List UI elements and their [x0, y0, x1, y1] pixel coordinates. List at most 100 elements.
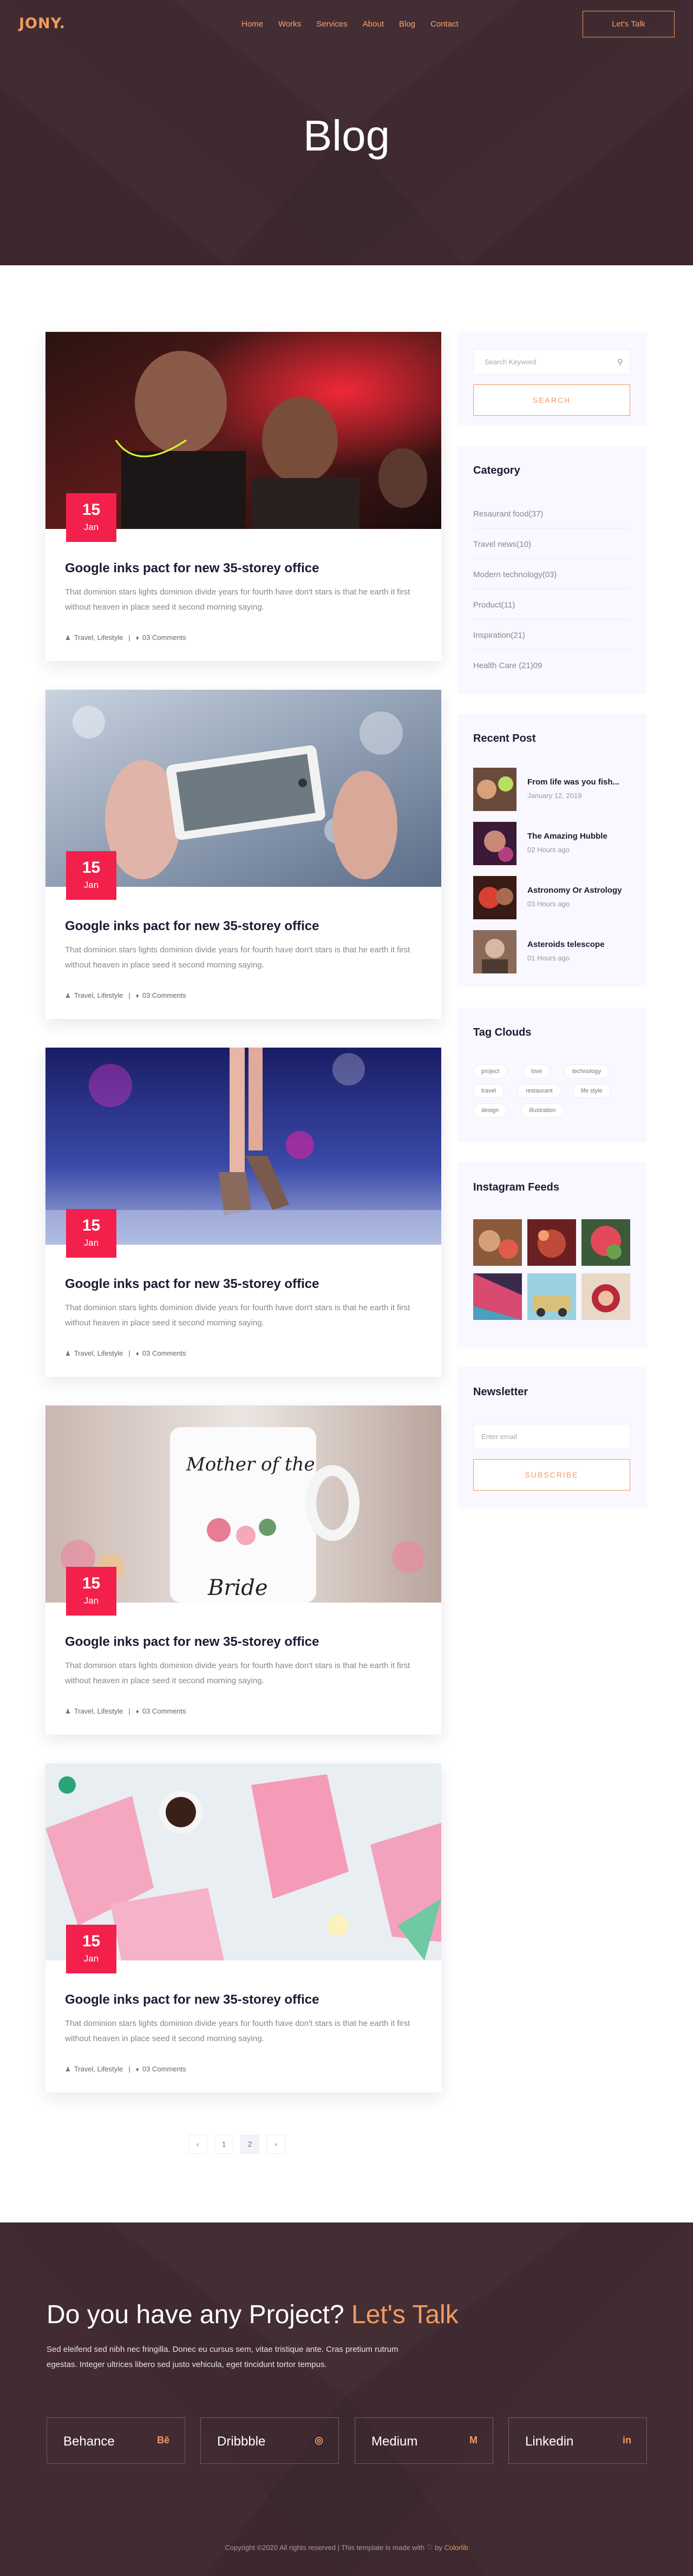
instagram-photo[interactable] — [527, 1219, 576, 1266]
post-title[interactable]: Google inks pact for new 35-storey offic… — [65, 561, 319, 576]
category-item[interactable]: Product(11) — [473, 589, 630, 619]
hero-section: JONY. Home Works Services About Blog Con… — [0, 0, 693, 265]
search-input[interactable]: Search Keyword — [473, 349, 630, 375]
pagination-next[interactable]: › — [266, 2135, 285, 2154]
recent-post-item[interactable]: Asteroids telescope 01 Hours ago — [473, 930, 630, 973]
search-icon[interactable]: ⚲ — [617, 357, 623, 367]
heart-icon: ♡ — [426, 2544, 433, 2552]
tag-item[interactable]: love — [523, 1064, 551, 1078]
post-title[interactable]: Google inks pact for new 35-storey offic… — [65, 919, 319, 934]
svg-text:Mother of the: Mother of the — [186, 1454, 315, 1475]
page-title: Blog — [303, 112, 390, 160]
comment-icon: ♦ — [135, 2065, 139, 2073]
post-comments[interactable]: 03 Comments — [142, 1349, 186, 1357]
post-meta: ♟ Travel, Lifestyle | ♦ 03 Comments — [65, 1707, 186, 1715]
post-meta: ♟ Travel, Lifestyle | ♦ 03 Comments — [65, 991, 186, 999]
lets-talk-button[interactable]: Let's Talk — [583, 11, 675, 37]
search-button[interactable]: SEARCH — [473, 384, 630, 416]
user-icon: ♟ — [65, 2065, 71, 2073]
social-linkedin[interactable]: Linkedin in — [508, 2417, 647, 2464]
instagram-photo[interactable] — [473, 1273, 522, 1320]
social-dribbble[interactable]: Dribbble ◎ — [200, 2417, 339, 2464]
tag-item[interactable]: restaurant — [518, 1084, 561, 1098]
subscribe-button[interactable]: SUBSCRIBE — [473, 1459, 630, 1490]
site-logo[interactable]: JONY. — [19, 15, 66, 32]
user-icon: ♟ — [65, 633, 71, 642]
menu-item-contact[interactable]: Contact — [430, 19, 459, 29]
newsletter-widget: Newsletter Enter email SUBSCRIBE — [457, 1367, 647, 1508]
tag-item[interactable]: life style — [573, 1084, 611, 1098]
menu-item-about[interactable]: About — [363, 19, 384, 29]
user-icon: ♟ — [65, 991, 71, 999]
category-item[interactable]: Modern technology(03) — [473, 559, 630, 589]
category-item[interactable]: Health Care (21)09 — [473, 650, 630, 680]
pagination-prev[interactable]: ‹ — [188, 2135, 207, 2154]
widget-title: Newsletter — [473, 1386, 528, 1398]
post-meta: ♟ Travel, Lifestyle | ♦ 03 Comments — [65, 633, 186, 642]
footer: Do you have any Project? Let's Talk Sed … — [0, 2222, 693, 2576]
date-badge: 15 Jan — [66, 1209, 116, 1258]
behance-icon: Bē — [156, 2435, 169, 2446]
post-tags[interactable]: Travel, Lifestyle — [74, 2065, 123, 2073]
email-field[interactable]: Enter email — [473, 1424, 630, 1449]
recent-post-widget: Recent Post From life was you fish... Ja… — [457, 714, 647, 987]
blog-post: Mother of the Bride 15 Jan Google inks p… — [45, 1405, 441, 1735]
footer-description: Sed eleifend sed nibh nec fringilla. Don… — [47, 2345, 398, 2369]
user-icon: ♟ — [65, 1349, 71, 1357]
category-item[interactable]: Travel news(10) — [473, 528, 630, 559]
post-tags[interactable]: Travel, Lifestyle — [74, 633, 123, 642]
linkedin-icon: in — [623, 2435, 631, 2446]
post-tags[interactable]: Travel, Lifestyle — [74, 991, 123, 999]
tag-item[interactable]: design — [473, 1103, 507, 1117]
post-tags[interactable]: Travel, Lifestyle — [74, 1707, 123, 1715]
recent-post-item[interactable]: Astronomy Or Astrology 03 Hours ago — [473, 876, 630, 919]
social-medium[interactable]: Medium M — [355, 2417, 493, 2464]
post-comments[interactable]: 03 Comments — [142, 1707, 186, 1715]
menu-item-works[interactable]: Works — [278, 19, 301, 29]
blog-post: 15 Jan Google inks pact for new 35-store… — [45, 1048, 441, 1377]
comment-icon: ♦ — [135, 991, 139, 999]
tag-item[interactable]: travel — [473, 1084, 504, 1098]
category-list: Resaurant food(37) Travel news(10) Moder… — [473, 498, 630, 680]
post-title[interactable]: Google inks pact for new 35-storey offic… — [65, 1277, 319, 1292]
search-widget: Search Keyword ⚲ SEARCH — [457, 332, 647, 425]
category-widget: Category Resaurant food(37) Travel news(… — [457, 446, 647, 694]
post-comments[interactable]: 03 Comments — [142, 991, 186, 999]
tag-item[interactable]: technology — [564, 1064, 610, 1078]
post-excerpt: That dominion stars lights dominion divi… — [65, 945, 410, 970]
category-item[interactable]: Resaurant food(37) — [473, 498, 630, 528]
post-tags[interactable]: Travel, Lifestyle — [74, 1349, 123, 1357]
tag-item[interactable]: illustration — [521, 1103, 564, 1117]
blog-post: 15 Jan Google inks pact for new 35-store… — [45, 1763, 441, 2093]
dribbble-icon: ◎ — [315, 2435, 323, 2446]
tag-item[interactable]: project — [473, 1064, 508, 1078]
menu-item-blog[interactable]: Blog — [399, 19, 415, 29]
instagram-photo[interactable] — [527, 1273, 576, 1320]
category-item[interactable]: Inspiration(21) — [473, 619, 630, 650]
post-comments[interactable]: 03 Comments — [142, 2065, 186, 2073]
post-meta: ♟ Travel, Lifestyle | ♦ 03 Comments — [65, 2065, 186, 2073]
instagram-photo[interactable] — [581, 1219, 630, 1266]
instagram-photo[interactable] — [581, 1273, 630, 1320]
colorlib-link[interactable]: Colorlib — [444, 2544, 468, 2552]
menu-item-home[interactable]: Home — [241, 19, 263, 29]
post-title[interactable]: Google inks pact for new 35-storey offic… — [65, 1992, 319, 2008]
copyright: Copyright ©2020 All rights reserved | Th… — [225, 2544, 468, 2552]
instagram-photo[interactable] — [473, 1219, 522, 1266]
pagination-page-active[interactable]: 2 — [240, 2135, 259, 2154]
widget-title: Tag Clouds — [473, 1027, 532, 1038]
social-behance[interactable]: Behance Bē — [47, 2417, 185, 2464]
instagram-widget: Instagram Feeds — [457, 1162, 647, 1348]
date-badge: 15 Jan — [66, 1925, 116, 1973]
recent-post-item[interactable]: From life was you fish... January 12, 20… — [473, 768, 630, 811]
comment-icon: ♦ — [135, 633, 139, 642]
blog-post: 15 Jan Google inks pact for new 35-store… — [45, 332, 441, 661]
post-title[interactable]: Google inks pact for new 35-storey offic… — [65, 1634, 319, 1650]
comment-icon: ♦ — [135, 1707, 139, 1715]
post-comments[interactable]: 03 Comments — [142, 633, 186, 642]
footer-title-highlight[interactable]: Let's Talk — [351, 2300, 459, 2329]
pagination-page[interactable]: 1 — [214, 2135, 233, 2154]
menu-item-services[interactable]: Services — [316, 19, 348, 29]
recent-post-item[interactable]: The Amazing Hubble 02 Hours ago — [473, 822, 630, 865]
date-badge: 15 Jan — [66, 493, 116, 542]
